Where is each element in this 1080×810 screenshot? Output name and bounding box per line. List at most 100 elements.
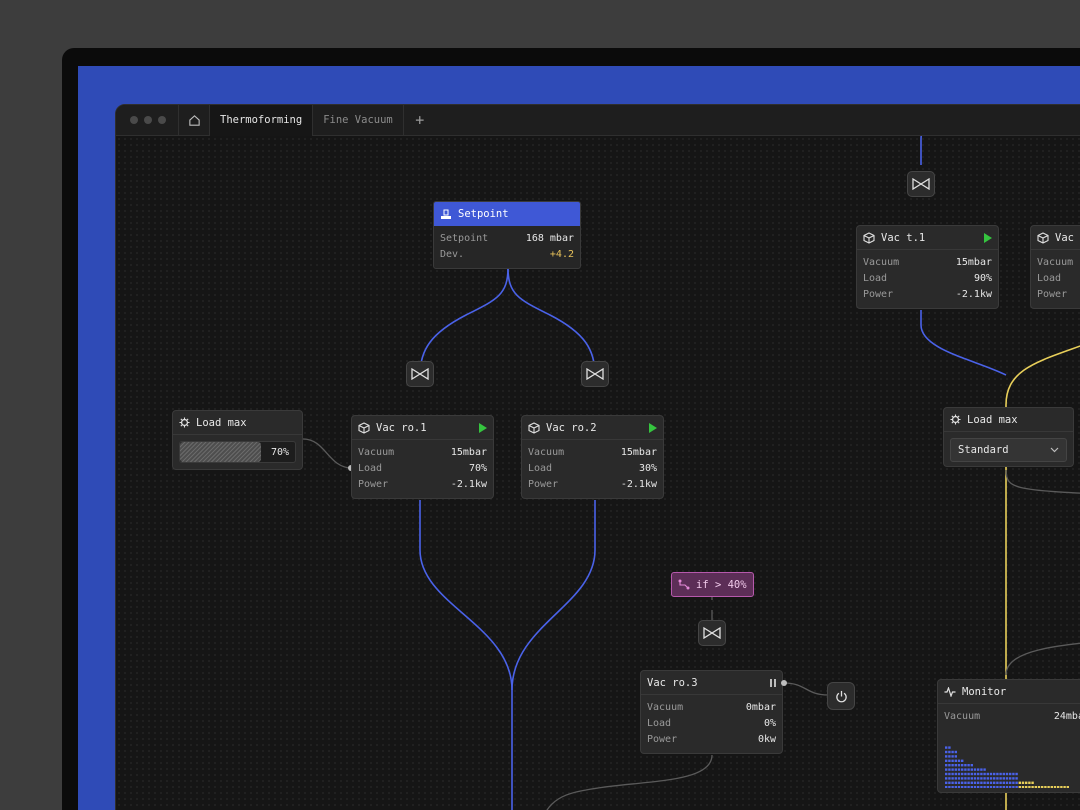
condition-node[interactable]: if > 40% bbox=[671, 572, 754, 597]
history-dot bbox=[989, 781, 993, 784]
history-dot bbox=[951, 777, 954, 780]
history-dot bbox=[1015, 786, 1018, 788]
history-dot bbox=[961, 768, 964, 771]
vac-partial-node[interactable]: Vac Vacuum Load Power bbox=[1030, 225, 1080, 309]
load-value: 90% bbox=[973, 272, 992, 284]
valve-icon[interactable] bbox=[581, 361, 609, 387]
play-icon[interactable] bbox=[479, 422, 487, 433]
valve-icon[interactable] bbox=[406, 361, 434, 387]
history-dot bbox=[1005, 772, 1009, 776]
load-label: Load bbox=[528, 462, 553, 474]
valve-icon[interactable] bbox=[907, 171, 935, 197]
chevron-down-icon bbox=[1050, 447, 1059, 453]
output-port[interactable] bbox=[781, 680, 787, 686]
history-dot bbox=[989, 772, 993, 776]
history-dot bbox=[999, 777, 1002, 780]
vacuum-value: 15mbar bbox=[450, 446, 487, 458]
history-dot bbox=[980, 781, 983, 784]
history-dot bbox=[993, 777, 996, 780]
history-dot bbox=[1047, 786, 1050, 788]
history-dot bbox=[948, 781, 951, 784]
history-dot bbox=[1028, 786, 1031, 788]
tab-fine-vacuum[interactable]: Fine Vacuum bbox=[313, 105, 404, 136]
history-dot bbox=[1031, 786, 1034, 788]
load-max-node[interactable]: Load max 70% bbox=[172, 410, 303, 470]
load-mode-select[interactable]: Standard bbox=[950, 438, 1067, 462]
history-dot bbox=[957, 781, 961, 784]
new-tab-button[interactable]: + bbox=[404, 105, 436, 136]
history-dot bbox=[945, 777, 948, 780]
history-dot bbox=[951, 750, 954, 754]
history-dot bbox=[1028, 781, 1031, 784]
history-dot bbox=[977, 772, 980, 776]
load-max-title: Load max bbox=[196, 416, 247, 429]
history-dot bbox=[954, 759, 957, 762]
load-max-select-node[interactable]: Load max Standard bbox=[943, 407, 1074, 467]
vac-t1-header[interactable]: Vac t.1 bbox=[857, 226, 998, 250]
window-controls[interactable] bbox=[116, 116, 178, 124]
history-dot bbox=[1053, 786, 1057, 788]
history-dot bbox=[957, 768, 961, 771]
vac-ro3-node[interactable]: Vac ro.3 Vacuum 0mbar Load 0% Power 0kw bbox=[640, 670, 783, 754]
history-dot bbox=[1057, 786, 1060, 788]
history-dot bbox=[967, 768, 970, 771]
pulse-icon bbox=[944, 686, 956, 697]
play-icon[interactable] bbox=[649, 422, 657, 433]
vac-ro1-node[interactable]: Vac ro.1 Vacuum 15mbar Load 70% Power -2.1k… bbox=[351, 415, 494, 499]
history-dot bbox=[1015, 777, 1018, 780]
vacuum-value: 0mbar bbox=[745, 701, 776, 713]
history-dot bbox=[1063, 786, 1066, 788]
history-dot bbox=[1009, 772, 1012, 776]
load-value: 30% bbox=[638, 462, 657, 474]
history-dot bbox=[1009, 781, 1012, 784]
home-button[interactable] bbox=[178, 105, 210, 136]
history-dot bbox=[1012, 781, 1015, 784]
vac-ro2-node[interactable]: Vac ro.2 Vacuum 15mbar Load 30% Power -2.1k… bbox=[521, 415, 664, 499]
power-label: Power bbox=[358, 478, 389, 490]
history-dot bbox=[948, 759, 951, 762]
history-dot bbox=[951, 768, 954, 771]
load-max-header[interactable]: Load max bbox=[944, 408, 1073, 432]
history-dot bbox=[986, 777, 989, 780]
pause-icon[interactable] bbox=[770, 678, 776, 687]
tab-thermoforming[interactable]: Thermoforming bbox=[210, 105, 314, 136]
history-dot bbox=[945, 755, 948, 758]
history-dot bbox=[1002, 777, 1005, 780]
history-dot bbox=[945, 768, 948, 771]
history-dot bbox=[954, 786, 957, 788]
history-dot bbox=[948, 772, 951, 776]
history-dot bbox=[1044, 786, 1047, 788]
history-dot bbox=[945, 764, 948, 767]
history-dot bbox=[970, 777, 973, 780]
history-dot bbox=[983, 786, 986, 788]
vac-partial-header[interactable]: Vac bbox=[1031, 226, 1080, 250]
vacuum-label: Vacuum bbox=[528, 446, 565, 458]
vac-ro2-header[interactable]: Vac ro.2 bbox=[522, 416, 663, 440]
play-icon[interactable] bbox=[984, 232, 992, 243]
history-dot bbox=[980, 777, 983, 780]
setpoint-node[interactable]: Setpoint Setpoint 168 mbar Dev. +4.2 bbox=[433, 201, 581, 269]
power-button[interactable] bbox=[827, 682, 855, 710]
history-dot bbox=[951, 755, 954, 758]
vac-ro3-header[interactable]: Vac ro.3 bbox=[641, 671, 782, 695]
valve-icon[interactable] bbox=[698, 620, 726, 646]
setpoint-header[interactable]: Setpoint bbox=[434, 202, 580, 226]
power-value: -2.1kw bbox=[620, 478, 657, 490]
history-dot bbox=[948, 755, 951, 758]
history-dot bbox=[951, 764, 954, 767]
history-dot bbox=[1009, 786, 1012, 788]
load-max-header[interactable]: Load max bbox=[173, 411, 302, 435]
history-dot bbox=[961, 781, 964, 784]
history-dot bbox=[986, 781, 989, 784]
history-dot bbox=[1018, 786, 1021, 788]
vac-ro1-header[interactable]: Vac ro.1 bbox=[352, 416, 493, 440]
monitor-node[interactable]: Monitor Vacuum 24mbar bbox=[937, 679, 1080, 793]
load-slider[interactable]: 70% bbox=[179, 441, 296, 463]
history-dot bbox=[993, 786, 996, 788]
home-icon bbox=[188, 114, 200, 126]
vac-t1-node[interactable]: Vac t.1 Vacuum 15mbar Load 90% Power -2.1kw bbox=[856, 225, 999, 309]
power-value: -2.1kw bbox=[450, 478, 487, 490]
history-dot bbox=[977, 786, 980, 788]
history-dot bbox=[948, 777, 951, 780]
monitor-header[interactable]: Monitor bbox=[938, 680, 1080, 704]
